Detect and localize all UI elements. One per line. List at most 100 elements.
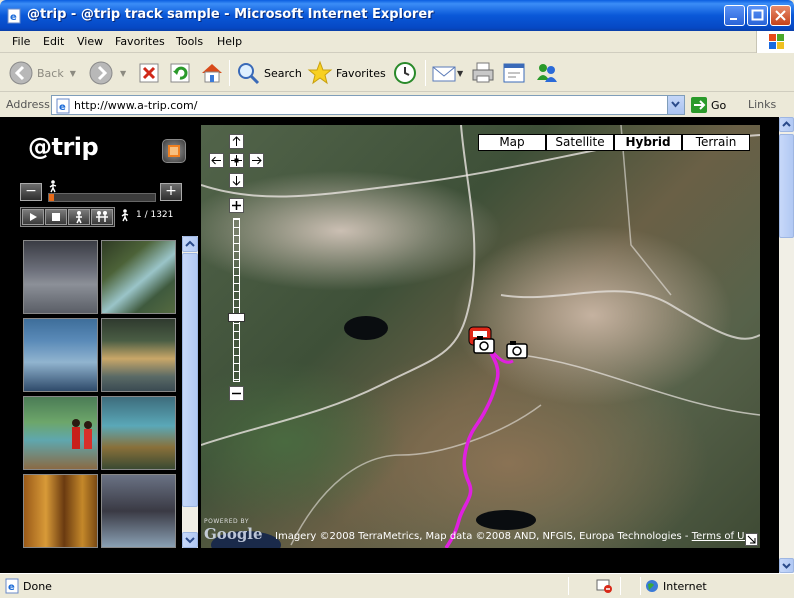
menu-bar: File Edit View Favorites Tools Help: [0, 31, 794, 53]
refresh-button[interactable]: [168, 58, 192, 88]
stop-button[interactable]: [137, 58, 161, 88]
minus-icon: [232, 392, 241, 395]
print-button[interactable]: [470, 58, 496, 88]
svg-text:e: e: [59, 102, 66, 113]
overview-toggle-button[interactable]: [745, 533, 758, 546]
chevron-down-icon: [782, 563, 791, 569]
edit-button[interactable]: [501, 58, 527, 88]
plus-icon: [232, 201, 241, 210]
photo-thumbnail[interactable]: [101, 240, 176, 314]
map-type-map[interactable]: Map: [478, 134, 546, 151]
zoom-slider[interactable]: [233, 218, 240, 382]
people-silhouette: [72, 419, 92, 449]
photo-thumbnail[interactable]: [23, 318, 98, 392]
back-button[interactable]: Back ▼: [8, 58, 76, 88]
close-icon: [775, 10, 786, 21]
links-toolbar[interactable]: Links: [748, 98, 776, 111]
menu-edit[interactable]: Edit: [43, 35, 64, 48]
address-input[interactable]: e http://www.a-trip.com/: [51, 95, 685, 115]
speed-slider[interactable]: [48, 193, 156, 202]
track-counter: 1 / 1321: [136, 210, 174, 220]
go-button[interactable]: Go: [690, 96, 726, 114]
photo-thumbnail[interactable]: [23, 474, 98, 548]
map-type-terrain[interactable]: Terrain: [682, 134, 750, 151]
menu-favorites[interactable]: Favorites: [115, 35, 165, 48]
google-logo[interactable]: POWERED BY Google: [204, 518, 263, 543]
forward-dropdown-icon[interactable]: ▼: [120, 69, 126, 78]
group-icon: [96, 211, 108, 222]
scroll-down-button[interactable]: [779, 558, 794, 573]
status-bar: e Done Internet: [0, 573, 794, 598]
search-button[interactable]: Search: [235, 58, 302, 88]
minimize-icon: [730, 18, 737, 20]
camera-marker[interactable]: [473, 336, 495, 354]
pan-reset-button[interactable]: [229, 153, 244, 168]
back-icon: [9, 61, 33, 85]
photo-thumbnail[interactable]: [101, 318, 176, 392]
scroll-up-button[interactable]: [779, 117, 794, 132]
play-button[interactable]: [22, 209, 44, 225]
photo-thumbnail[interactable]: [101, 396, 176, 470]
speed-increase-button[interactable]: +: [160, 183, 182, 201]
walker-icon: [121, 209, 129, 222]
maximize-button[interactable]: [747, 5, 768, 26]
menu-help[interactable]: Help: [217, 35, 242, 48]
zoom-out-button[interactable]: [229, 386, 244, 401]
scroll-down-button[interactable]: [182, 532, 198, 548]
scroll-up-button[interactable]: [182, 236, 198, 252]
pan-right-button[interactable]: [249, 153, 264, 168]
menu-toggle-button[interactable]: [162, 139, 186, 163]
pan-left-button[interactable]: [209, 153, 224, 168]
status-divider: [568, 577, 569, 595]
scroll-thumb[interactable]: [182, 253, 198, 507]
zoom-slider-handle[interactable]: [228, 313, 245, 322]
center-icon: [231, 155, 242, 166]
back-dropdown-icon[interactable]: ▼: [70, 69, 76, 78]
map-type-hybrid[interactable]: Hybrid: [614, 134, 682, 151]
mail-icon: [432, 66, 456, 82]
history-button[interactable]: [392, 58, 418, 88]
thumbnail-scrollbar[interactable]: [182, 236, 198, 548]
mail-dropdown-icon[interactable]: ▼: [457, 69, 463, 78]
edit-icon: [503, 63, 525, 83]
stop-track-button[interactable]: [45, 209, 67, 225]
camera-marker[interactable]: [506, 341, 528, 359]
home-button[interactable]: [199, 58, 225, 88]
photo-thumbnail[interactable]: [101, 474, 176, 548]
favorites-button[interactable]: Favorites: [307, 58, 386, 88]
menu-tools[interactable]: Tools: [176, 35, 203, 48]
status-text: Done: [23, 580, 52, 593]
photo-thumbnail[interactable]: [23, 240, 98, 314]
toolbar-separator: [425, 60, 426, 86]
close-button[interactable]: [770, 5, 791, 26]
internet-globe-icon: [646, 580, 658, 592]
security-zone: Internet: [663, 580, 707, 593]
minimize-button[interactable]: [724, 5, 745, 26]
menu-file[interactable]: File: [12, 35, 30, 48]
page-scrollbar[interactable]: [779, 117, 794, 573]
chevron-down-icon: [671, 101, 680, 108]
history-icon: [394, 62, 416, 84]
map-type-satellite[interactable]: Satellite: [546, 134, 614, 151]
pan-up-button[interactable]: [229, 134, 244, 149]
menu-view[interactable]: View: [77, 35, 103, 48]
map-view[interactable]: [201, 125, 760, 548]
zoom-in-button[interactable]: [229, 198, 244, 213]
road: [520, 354, 760, 416]
photo-thumbnail[interactable]: [23, 396, 98, 470]
mail-button[interactable]: ▼: [431, 58, 463, 88]
arrow-diagonal-icon: [747, 535, 756, 544]
page-icon: e: [56, 98, 70, 114]
messenger-button[interactable]: [534, 58, 560, 88]
page-done-icon: e: [5, 578, 19, 594]
popup-blocked-icon[interactable]: [596, 578, 614, 594]
stop-square-icon: [52, 213, 60, 221]
speed-decrease-button[interactable]: −: [20, 183, 42, 201]
group-mode-button[interactable]: [91, 209, 113, 225]
chevron-up-icon: [185, 240, 195, 247]
scroll-thumb[interactable]: [779, 134, 794, 238]
address-dropdown-button[interactable]: [667, 96, 684, 114]
forward-button[interactable]: ▼: [88, 58, 126, 88]
pan-down-button[interactable]: [229, 173, 244, 188]
walk-mode-button[interactable]: [68, 209, 90, 225]
